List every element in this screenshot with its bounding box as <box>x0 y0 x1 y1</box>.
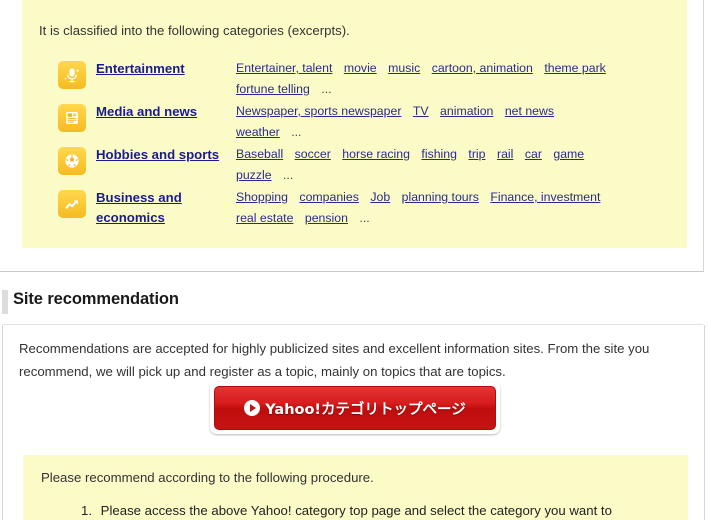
ellipsis: ... <box>291 125 302 139</box>
procedure-heading: Please recommend according to the follow… <box>41 470 374 485</box>
category-sublinks: Shopping companies Job planning tours Fi… <box>236 183 688 229</box>
procedure-yellow-box: Please recommend according to the follow… <box>23 455 688 520</box>
category-sublinks: Baseball soccer horse racing fishing tri… <box>236 140 688 186</box>
ellipsis: ... <box>359 211 370 225</box>
category-label-cell: Media and news <box>58 97 236 132</box>
ellipsis: ... <box>283 168 294 182</box>
yahoo-button-frame: Yahoo!カテゴリトップページ <box>210 382 500 434</box>
play-circle-icon <box>244 400 261 416</box>
sublink[interactable]: puzzle <box>236 168 272 182</box>
sublink[interactable]: cartoon, animation <box>432 61 533 75</box>
recommendation-paragraph: Recommendations are accepted for highly … <box>19 341 650 379</box>
sublink[interactable]: soccer <box>295 147 331 161</box>
sublink[interactable]: Baseball <box>236 147 283 161</box>
categories-yellow-box: It is classified into the following cate… <box>22 0 687 248</box>
sublink[interactable]: net news <box>505 104 554 118</box>
page-title: Site recommendation <box>13 290 179 308</box>
category-sublinks: Entertainer, talent movie music cartoon,… <box>236 54 688 100</box>
category-link-media-and-news[interactable]: Media and news <box>96 102 197 122</box>
category-label-cell: Entertainment <box>58 54 236 89</box>
yahoo-category-top-page-button[interactable]: Yahoo!カテゴリトップページ <box>214 386 496 430</box>
table-row: Business and economics Shopping companie… <box>58 183 688 226</box>
category-link-entertainment[interactable]: Entertainment <box>96 59 185 79</box>
sublink[interactable]: fishing <box>421 147 457 161</box>
sublink[interactable]: Finance, investment <box>490 190 600 204</box>
chart-arrow-up-icon <box>58 190 86 218</box>
yahoo-button-label: Yahoo!カテゴリトップページ <box>265 401 466 418</box>
category-link-business-and-economics[interactable]: Business and economics <box>96 188 226 228</box>
ellipsis: ... <box>321 82 332 96</box>
sublink[interactable]: real estate <box>236 211 293 225</box>
sublink[interactable]: Job <box>370 190 390 204</box>
sublink[interactable]: Entertainer, talent <box>236 61 332 75</box>
list-item-number: 1. <box>81 503 92 518</box>
list-item-text: Please access the above Yahoo! category … <box>100 503 612 518</box>
sublink[interactable]: fortune telling <box>236 82 310 96</box>
sublink[interactable]: horse racing <box>342 147 410 161</box>
categories-panel: It is classified into the following cate… <box>0 0 704 272</box>
intro-text: It is classified into the following cate… <box>39 23 350 38</box>
sublink[interactable]: car <box>525 147 542 161</box>
sublink[interactable]: Newspaper, sports newspaper <box>236 104 401 118</box>
sublink[interactable]: music <box>388 61 420 75</box>
soccer-ball-icon <box>58 147 86 175</box>
table-row: Media and news Newspaper, sports newspap… <box>58 97 688 140</box>
table-row: Hobbies and sports Baseball soccer horse… <box>58 140 688 183</box>
sublink[interactable]: planning tours <box>402 190 479 204</box>
category-table: Entertainment Entertainer, talent movie … <box>58 54 688 226</box>
recommendation-panel: Recommendations are accepted for highly … <box>2 325 705 520</box>
sublink[interactable]: game <box>553 147 584 161</box>
sublink[interactable]: Shopping <box>236 190 288 204</box>
sublink[interactable]: theme park <box>544 61 606 75</box>
sublink[interactable]: trip <box>468 147 485 161</box>
sublink[interactable]: TV <box>413 104 429 118</box>
sublink[interactable]: rail <box>497 147 513 161</box>
sublink[interactable]: weather <box>236 125 280 139</box>
category-sublinks: Newspaper, sports newspaper TV animation… <box>236 97 688 143</box>
heading-accent-bar <box>2 290 8 314</box>
table-row: Entertainment Entertainer, talent movie … <box>58 54 688 97</box>
list-item: 1. Please access the above Yahoo! catego… <box>81 503 701 518</box>
sublink[interactable]: animation <box>440 104 493 118</box>
category-label-cell: Business and economics <box>58 183 236 228</box>
sublink[interactable]: movie <box>344 61 377 75</box>
newspaper-icon <box>58 104 86 132</box>
sublink[interactable]: companies <box>299 190 358 204</box>
category-label-cell: Hobbies and sports <box>58 140 236 175</box>
category-link-hobbies-and-sports[interactable]: Hobbies and sports <box>96 145 219 165</box>
sublink[interactable]: pension <box>305 211 348 225</box>
microphone-icon <box>58 61 86 89</box>
page-root: It is classified into the following cate… <box>0 0 710 520</box>
